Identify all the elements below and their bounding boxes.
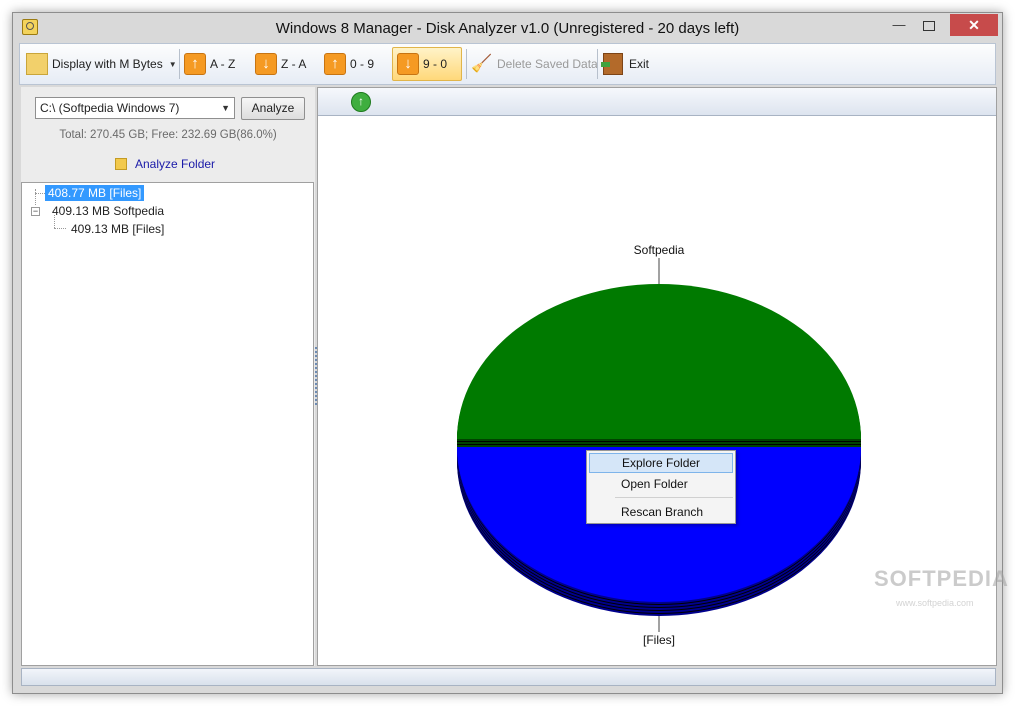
close-button[interactable]: ✕ <box>950 14 998 36</box>
disk-info: Total: 270.45 GB; Free: 232.69 GB(86.0%) <box>59 129 277 141</box>
title-bar[interactable]: Windows 8 Manager - Disk Analyzer v1.0 (… <box>13 13 1002 43</box>
menu-item-rescan-branch[interactable]: Rescan Branch <box>589 502 733 522</box>
display-icon <box>26 53 48 75</box>
context-menu: Explore Folder Open Folder Rescan Branch <box>586 450 736 524</box>
menu-separator <box>615 497 733 498</box>
chart-toolbar: ↑ <box>318 88 996 116</box>
sort-az-button[interactable]: ↑ A - Z <box>184 47 235 81</box>
chevron-down-icon: ▼ <box>168 59 177 69</box>
analyze-button[interactable]: Analyze <box>241 97 305 120</box>
delete-saved-data-button[interactable]: 🧹 Delete Saved Data <box>471 47 598 81</box>
sort-09-button[interactable]: ↑ 0 - 9 <box>324 47 374 81</box>
chevron-down-icon: ▼ <box>221 103 230 113</box>
analyze-folder-label: Analyze Folder <box>135 157 216 171</box>
toolbar-separator <box>597 49 598 79</box>
app-window: Windows 8 Manager - Disk Analyzer v1.0 (… <box>12 12 1008 694</box>
tree-line <box>54 215 55 228</box>
arrow-up-icon: ↑ <box>184 53 206 75</box>
tree-line <box>54 228 66 229</box>
analyze-folder-link[interactable]: Analyze Folder <box>115 157 215 171</box>
menu-item-explore-folder[interactable]: Explore Folder <box>589 453 733 473</box>
arrow-up-icon: ↑ <box>324 53 346 75</box>
sort-90-label: 9 - 0 <box>423 57 448 71</box>
drive-select[interactable]: C:\ (Softpedia Windows 7) ▼ <box>35 97 235 119</box>
broom-icon: 🧹 <box>471 54 493 73</box>
pie-slice[interactable] <box>457 284 861 439</box>
tree-line <box>35 189 36 205</box>
exit-label: Exit <box>629 57 650 71</box>
tree-item[interactable]: 409.13 MB [Files] <box>68 221 167 237</box>
delete-saved-data-label: Delete Saved Data <box>497 57 598 71</box>
maximize-button[interactable] <box>914 14 944 36</box>
pie-label: Softpedia <box>634 243 685 257</box>
exit-door-icon <box>601 53 623 75</box>
tree-item[interactable]: 408.77 MB [Files] <box>45 185 145 201</box>
sort-az-label: A - Z <box>210 57 236 71</box>
sort-09-label: 0 - 9 <box>350 57 375 71</box>
watermark: SOFTPEDIA <box>874 566 1009 591</box>
collapse-icon[interactable]: − <box>31 207 40 216</box>
toolbar-separator <box>179 49 180 79</box>
window-title: Windows 8 Manager - Disk Analyzer v1.0 (… <box>275 20 740 37</box>
arrow-down-icon: ↓ <box>255 53 277 75</box>
minimize-button[interactable]: — <box>884 14 914 36</box>
toolbar-separator <box>466 49 467 79</box>
status-bar <box>21 668 996 686</box>
sort-za-label: Z - A <box>281 57 307 71</box>
main-toolbar: Display with M Bytes ▼ ↑ A - Z ↓ Z - A ↑… <box>19 43 996 85</box>
drive-select-value: C:\ (Softpedia Windows 7) <box>40 101 180 115</box>
pie-label: [Files] <box>643 633 675 647</box>
arrow-down-icon: ↓ <box>397 53 419 75</box>
display-units-label: Display with M Bytes <box>52 57 163 71</box>
folder-icon <box>115 158 127 170</box>
display-units-dropdown[interactable]: Display with M Bytes ▼ <box>26 47 177 81</box>
watermark-url: www.softpedia.com <box>896 598 974 608</box>
menu-item-open-folder[interactable]: Open Folder <box>589 474 733 494</box>
tree-line <box>35 193 45 194</box>
folder-tree[interactable]: 408.77 MB [Files] − 409.13 MB Softpedia … <box>21 182 314 666</box>
left-pane: C:\ (Softpedia Windows 7) ▼ Analyze Tota… <box>21 87 315 666</box>
chart-pane: ↑ Softpedia [Files] SOFTPEDIA www.softped… <box>317 87 1008 666</box>
go-up-icon[interactable]: ↑ <box>351 92 371 112</box>
sort-90-button[interactable]: ↓ 9 - 0 <box>392 47 462 81</box>
exit-button[interactable]: Exit <box>601 47 650 81</box>
tree-item[interactable]: 409.13 MB Softpedia <box>49 203 167 219</box>
pie-group: Softpedia [Files] <box>457 243 861 647</box>
maximize-icon <box>923 20 935 31</box>
sort-za-button[interactable]: ↓ Z - A <box>255 47 306 81</box>
